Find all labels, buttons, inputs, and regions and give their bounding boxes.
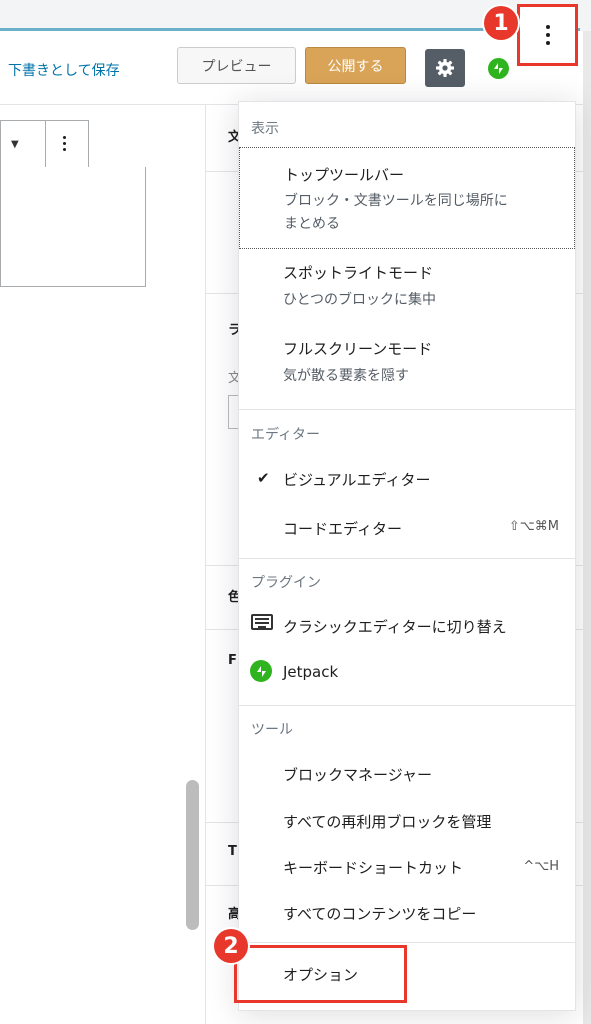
sidebar-panel-t[interactable]: T: [228, 844, 237, 859]
editor-scrollbar[interactable]: [186, 780, 199, 930]
section-title-plugins: プラグイン: [251, 575, 321, 591]
section-title-editor: エディター: [251, 427, 321, 443]
reusable-blocks-label: すべての再利用ブロックを管理: [283, 813, 492, 831]
publish-button[interactable]: 公開する: [305, 47, 406, 84]
callout-badge-1: 1: [484, 6, 518, 40]
menu-item-keyboard-shortcuts[interactable]: キーボードショートカット ^⌥H: [239, 845, 575, 887]
jetpack-label: Jetpack: [283, 663, 339, 681]
save-draft-link[interactable]: 下書きとして保存: [8, 60, 120, 80]
jetpack-icon: [494, 63, 503, 74]
menu-item-spotlight[interactable]: スポットライトモード ひとつのブロックに集中: [239, 254, 575, 324]
editor-header: 下書きとして保存 プレビュー 公開する: [0, 31, 583, 105]
editor-canvas: ▼: [0, 105, 205, 1024]
copy-all-label: すべてのコンテンツをコピー: [283, 905, 477, 923]
fullscreen-desc: 気が散る要素を隠す: [283, 368, 409, 384]
block-content[interactable]: [0, 167, 146, 287]
top-toolbar-label: トップツールバー: [284, 166, 405, 184]
code-editor-label: コードエディター: [283, 520, 402, 538]
preview-button[interactable]: プレビュー: [177, 47, 296, 84]
classic-editor-label: クラシックエディターに切り替え: [283, 618, 507, 636]
menu-item-top-toolbar[interactable]: トップツールバー ブロック・文書ツールを同じ場所に まとめる: [239, 147, 575, 249]
menu-divider: [239, 558, 575, 559]
spotlight-desc: ひとつのブロックに集中: [283, 292, 437, 308]
jetpack-button[interactable]: [488, 58, 509, 79]
keyboard-shortcuts-shortcut: ^⌥H: [523, 859, 559, 874]
menu-item-reusable-blocks[interactable]: すべての再利用ブロックを管理: [239, 799, 575, 841]
menu-divider: [239, 409, 575, 410]
menu-item-block-manager[interactable]: ブロックマネージャー: [239, 752, 575, 794]
menu-item-classic-editor[interactable]: クラシックエディターに切り替え: [239, 605, 575, 645]
settings-button[interactable]: [425, 49, 465, 87]
callout-badge-2: 2: [214, 929, 248, 963]
visual-editor-label: ビジュアルエディター: [283, 471, 431, 489]
spotlight-label: スポットライトモード: [283, 264, 434, 282]
more-tools-menu: 表示 トップツールバー ブロック・文書ツールを同じ場所に まとめる スポットライ…: [234, 101, 576, 1011]
fullscreen-label: フルスクリーンモード: [283, 340, 433, 358]
toolbar-separator: [45, 121, 46, 171]
chevron-down-icon[interactable]: ▼: [11, 139, 19, 150]
block-more-button[interactable]: [63, 136, 66, 151]
options-callout-highlight: [234, 945, 407, 1003]
block-manager-label: ブロックマネージャー: [283, 766, 432, 784]
menu-item-fullscreen[interactable]: フルスクリーンモード 気が散る要素を隠す: [239, 330, 575, 400]
block-toolbar: ▼: [0, 120, 89, 172]
sidebar-panel-f[interactable]: F: [228, 653, 237, 668]
menu-item-copy-all[interactable]: すべてのコンテンツをコピー: [239, 891, 575, 933]
top-toolbar-desc-2: まとめる: [284, 216, 340, 232]
menu-item-code-editor[interactable]: コードエディター ⇧⌥⌘M: [239, 506, 575, 548]
section-title-view: 表示: [251, 121, 279, 137]
checkmark-icon: ✔: [257, 469, 270, 487]
more-tools-button[interactable]: [517, 4, 578, 66]
page-scrollbar[interactable]: [583, 31, 591, 1024]
top-toolbar-desc-1: ブロック・文書ツールを同じ場所に: [284, 193, 508, 209]
more-vertical-icon: [545, 25, 550, 45]
menu-item-visual-editor[interactable]: ✔ ビジュアルエディター: [239, 457, 575, 499]
keyboard-shortcuts-label: キーボードショートカット: [283, 859, 464, 877]
code-editor-shortcut: ⇧⌥⌘M: [508, 519, 559, 534]
gear-icon: [436, 59, 454, 77]
menu-divider: [239, 705, 575, 706]
more-vertical-icon: [63, 136, 66, 151]
section-title-tools: ツール: [251, 722, 293, 738]
menu-item-jetpack[interactable]: Jetpack: [239, 652, 575, 692]
menu-divider: [239, 942, 575, 943]
